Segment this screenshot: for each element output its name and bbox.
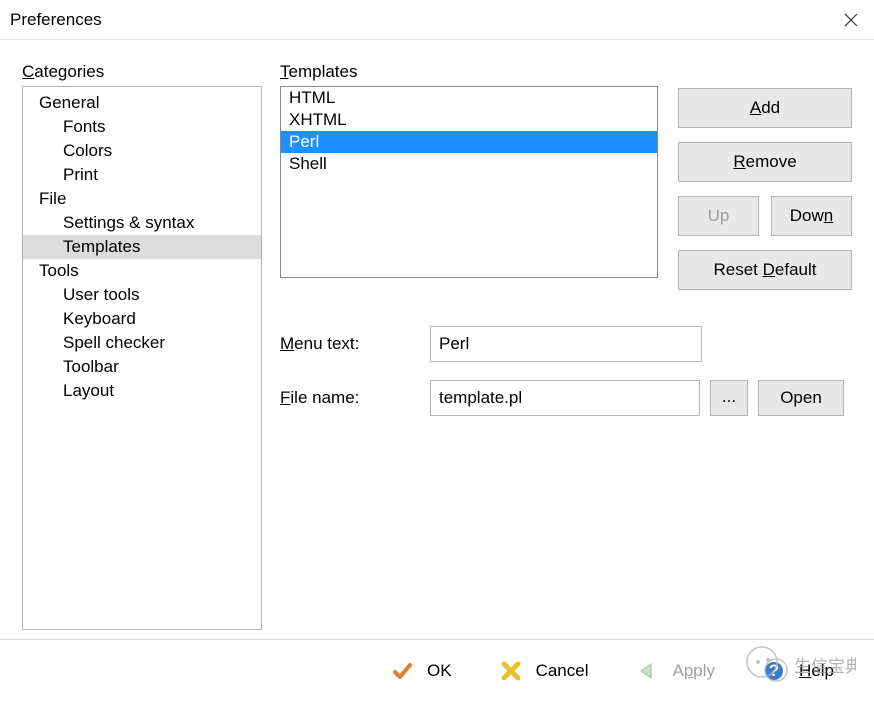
category-item[interactable]: Keyboard xyxy=(23,307,261,331)
category-item[interactable]: Fonts xyxy=(23,115,261,139)
browse-button[interactable]: ... xyxy=(710,380,748,416)
up-button[interactable]: Up xyxy=(678,196,759,236)
apply-button[interactable]: Apply xyxy=(636,660,715,682)
apply-arrow-icon xyxy=(636,660,658,682)
file-name-input[interactable] xyxy=(430,380,700,416)
category-item[interactable]: File xyxy=(23,187,261,211)
template-item[interactable]: XHTML xyxy=(281,109,657,131)
category-item[interactable]: Colors xyxy=(23,139,261,163)
svg-text:?: ? xyxy=(769,661,779,680)
window-title: Preferences xyxy=(10,10,102,30)
close-button[interactable] xyxy=(828,0,874,40)
check-icon xyxy=(391,660,413,682)
category-item[interactable]: Spell checker xyxy=(23,331,261,355)
file-name-label: File name: xyxy=(280,388,420,408)
template-item[interactable]: Shell xyxy=(281,153,657,175)
category-item[interactable]: User tools xyxy=(23,283,261,307)
templates-list[interactable]: HTMLXHTMLPerlShell xyxy=(280,86,658,278)
down-button[interactable]: Down xyxy=(771,196,852,236)
ok-button[interactable]: OK xyxy=(391,660,452,682)
category-item[interactable]: Toolbar xyxy=(23,355,261,379)
cancel-icon xyxy=(500,660,522,682)
reset-default-button[interactable]: Reset Default xyxy=(678,250,852,290)
templates-label: Templates xyxy=(280,62,658,82)
remove-button[interactable]: Remove xyxy=(678,142,852,182)
template-item[interactable]: Perl xyxy=(281,131,657,153)
menu-text-input[interactable] xyxy=(430,326,702,362)
template-item[interactable]: HTML xyxy=(281,87,657,109)
category-item[interactable]: Templates xyxy=(23,235,261,259)
help-button[interactable]: ? Help xyxy=(763,660,834,682)
close-icon xyxy=(844,13,858,27)
category-item[interactable]: Settings & syntax xyxy=(23,211,261,235)
category-item[interactable]: Layout xyxy=(23,379,261,403)
categories-label: Categories xyxy=(22,62,262,82)
help-icon: ? xyxy=(763,660,785,682)
category-item[interactable]: Tools xyxy=(23,259,261,283)
category-item[interactable]: General xyxy=(23,91,261,115)
menu-text-label: Menu text: xyxy=(280,334,420,354)
open-button[interactable]: Open xyxy=(758,380,844,416)
categories-list[interactable]: GeneralFontsColorsPrintFileSettings & sy… xyxy=(22,86,262,630)
cancel-button[interactable]: Cancel xyxy=(500,660,589,682)
category-item[interactable]: Print xyxy=(23,163,261,187)
add-button[interactable]: Add xyxy=(678,88,852,128)
